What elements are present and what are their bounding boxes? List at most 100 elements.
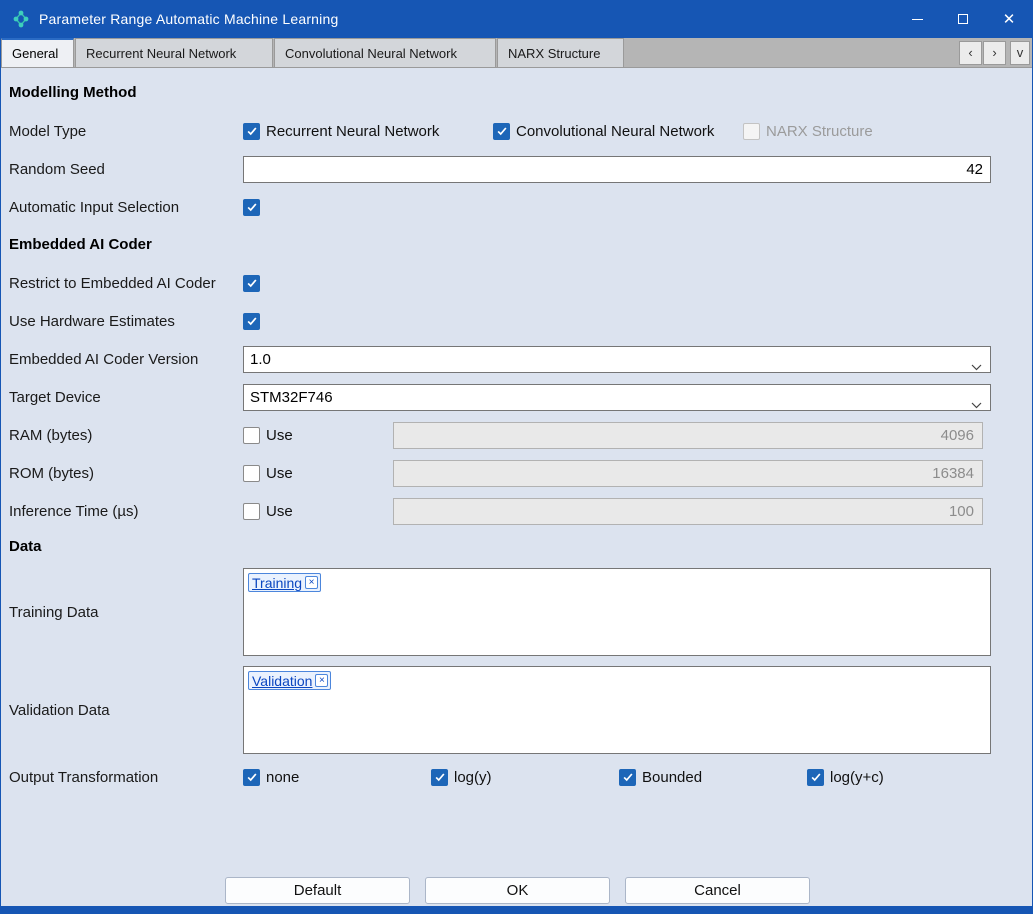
section-heading-data: Data: [1, 538, 1032, 558]
output-transformation-row: Output Transformation none log(y) Bounde…: [1, 758, 1032, 796]
rom-use-label: Use: [266, 465, 293, 482]
ram-row: RAM (bytes) Use 4096: [1, 416, 1032, 454]
tab-narx-structure[interactable]: NARX Structure: [497, 38, 624, 67]
inference-value: 100: [949, 503, 974, 520]
ram-use-checkbox[interactable]: [243, 427, 260, 444]
tab-convolutional-neural-network[interactable]: Convolutional Neural Network: [274, 38, 496, 67]
hardware-estimates-checkbox[interactable]: [243, 313, 260, 330]
tab-label: NARX Structure: [508, 46, 600, 61]
inference-time-row: Inference Time (µs) Use 100: [1, 492, 1032, 530]
window-title: Parameter Range Automatic Machine Learni…: [39, 11, 338, 27]
random-seed-row: Random Seed 42: [1, 150, 1032, 188]
checkbox-label: Recurrent Neural Network: [266, 123, 439, 140]
validation-data-label: Validation Data: [9, 702, 243, 719]
ram-value: 4096: [941, 427, 974, 444]
random-seed-value: 42: [966, 161, 983, 178]
tag-close-icon[interactable]: ×: [305, 576, 318, 589]
checkbox-label: Convolutional Neural Network: [516, 123, 714, 140]
inference-use-label: Use: [266, 503, 293, 520]
coder-version-select[interactable]: 1.0: [243, 346, 991, 373]
training-data-tag[interactable]: Training ×: [248, 573, 321, 592]
chevron-left-icon: ‹: [968, 45, 972, 60]
dialog-window: Parameter Range Automatic Machine Learni…: [0, 0, 1033, 914]
target-device-value: STM32F746: [250, 389, 333, 406]
rom-label: ROM (bytes): [9, 465, 243, 482]
dialog-content: Modelling Method Model Type Recurrent Ne…: [1, 68, 1032, 906]
checkbox-bounded[interactable]: Bounded: [619, 769, 807, 786]
checkbox-checked-icon[interactable]: [619, 769, 636, 786]
validation-data-tag[interactable]: Validation ×: [248, 671, 331, 690]
model-type-label: Model Type: [9, 123, 243, 140]
checkbox-checked-icon[interactable]: [807, 769, 824, 786]
automatic-input-selection-checkbox[interactable]: [243, 199, 260, 216]
section-heading-modelling-method: Modelling Method: [1, 84, 1032, 104]
minimize-icon: [912, 19, 923, 20]
minimize-button[interactable]: [894, 0, 940, 38]
coder-version-row: Embedded AI Coder Version 1.0: [1, 340, 1032, 378]
section-heading-embedded-ai-coder: Embedded AI Coder: [1, 236, 1032, 256]
restrict-label: Restrict to Embedded AI Coder: [9, 275, 243, 292]
model-type-options: Recurrent Neural Network Convolutional N…: [243, 123, 993, 140]
tab-overflow-button[interactable]: v: [1010, 41, 1030, 65]
rom-use-checkbox[interactable]: [243, 465, 260, 482]
training-data-label: Training Data: [9, 604, 243, 621]
checkbox-none[interactable]: none: [243, 769, 431, 786]
default-button[interactable]: Default: [225, 877, 410, 904]
tab-recurrent-neural-network[interactable]: Recurrent Neural Network: [75, 38, 273, 67]
validation-data-field[interactable]: Validation ×: [243, 666, 991, 754]
random-seed-input[interactable]: 42: [243, 156, 991, 183]
ram-label: RAM (bytes): [9, 427, 243, 444]
checkbox-checked-icon[interactable]: [493, 123, 510, 140]
tag-label: Training: [252, 575, 302, 591]
cancel-button[interactable]: Cancel: [625, 877, 810, 904]
maximize-button[interactable]: [940, 0, 986, 38]
tab-scroll-right-button[interactable]: ›: [983, 41, 1006, 65]
checkbox-label: none: [266, 769, 299, 786]
checkbox-checked-icon[interactable]: [431, 769, 448, 786]
training-data-field[interactable]: Training ×: [243, 568, 991, 656]
chevron-right-icon: ›: [992, 45, 996, 60]
tab-general[interactable]: General: [1, 38, 74, 67]
checkbox-narx-structure: NARX Structure: [743, 123, 993, 140]
window-controls: ✕: [894, 0, 1032, 38]
ram-value-input: 4096: [393, 422, 983, 449]
rom-use-checkbox-item[interactable]: Use: [243, 465, 393, 482]
tab-nav: ‹ › v: [959, 38, 1032, 67]
checkbox-checked-icon[interactable]: [243, 769, 260, 786]
checkbox-log-y-plus-c[interactable]: log(y+c): [807, 769, 995, 786]
checkbox-unchecked-icon: [743, 123, 760, 140]
coder-version-value: 1.0: [250, 351, 271, 368]
checkbox-checked-icon[interactable]: [243, 123, 260, 140]
tag-close-icon[interactable]: ×: [315, 674, 328, 687]
validation-data-row: Validation Data Validation ×: [1, 666, 1032, 754]
inference-use-checkbox[interactable]: [243, 503, 260, 520]
ram-use-checkbox-item[interactable]: Use: [243, 427, 393, 444]
coder-version-label: Embedded AI Coder Version: [9, 351, 243, 368]
maximize-icon: [958, 14, 968, 24]
checkbox-label: log(y+c): [830, 769, 884, 786]
chevron-down-icon: v: [1017, 45, 1024, 60]
close-button[interactable]: ✕: [986, 0, 1032, 38]
ram-use-label: Use: [266, 427, 293, 444]
checkbox-recurrent-neural-network[interactable]: Recurrent Neural Network: [243, 123, 493, 140]
training-data-row: Training Data Training ×: [1, 568, 1032, 656]
chevron-down-icon: [971, 358, 982, 375]
tab-bar-filler: [625, 38, 959, 67]
target-device-label: Target Device: [9, 389, 243, 406]
random-seed-label: Random Seed: [9, 161, 243, 178]
hardware-estimates-label: Use Hardware Estimates: [9, 313, 243, 330]
rom-row: ROM (bytes) Use 16384: [1, 454, 1032, 492]
target-device-row: Target Device STM32F746: [1, 378, 1032, 416]
tab-scroll-left-button[interactable]: ‹: [959, 41, 982, 65]
restrict-checkbox[interactable]: [243, 275, 260, 292]
output-transformation-label: Output Transformation: [9, 769, 243, 786]
title-bar[interactable]: Parameter Range Automatic Machine Learni…: [1, 0, 1032, 38]
target-device-select[interactable]: STM32F746: [243, 384, 991, 411]
checkbox-label: log(y): [454, 769, 492, 786]
ok-button[interactable]: OK: [425, 877, 610, 904]
inference-use-checkbox-item[interactable]: Use: [243, 503, 393, 520]
rom-value: 16384: [932, 465, 974, 482]
checkbox-convolutional-neural-network[interactable]: Convolutional Neural Network: [493, 123, 743, 140]
close-icon: ✕: [1003, 12, 1016, 27]
checkbox-log-y[interactable]: log(y): [431, 769, 619, 786]
